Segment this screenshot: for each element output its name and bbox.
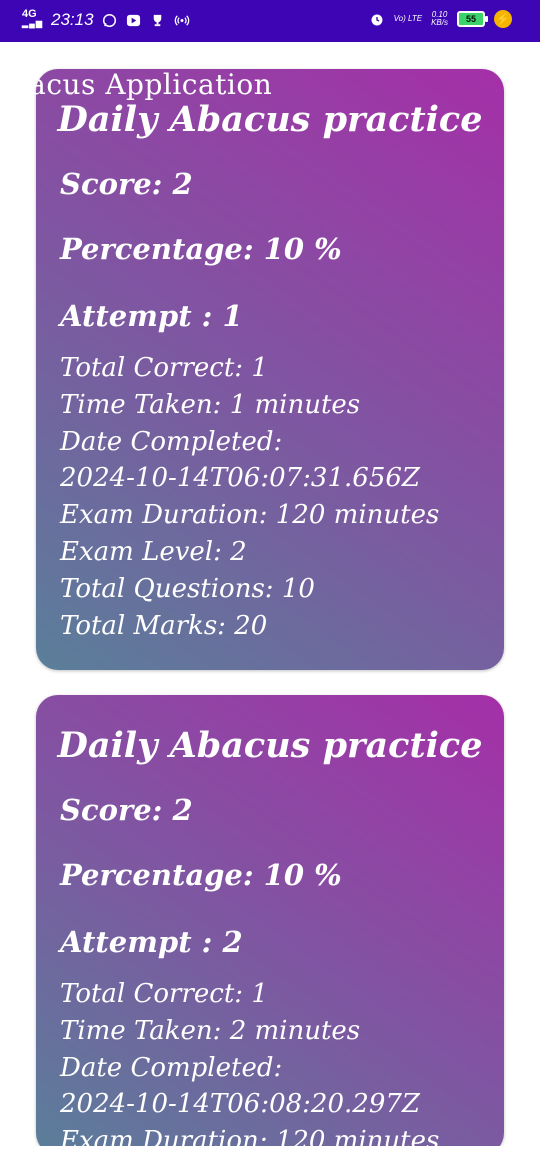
total-marks: Total Marks: 20: [60, 611, 268, 641]
status-right: Vo) LTE 0.10 KB/s 55 ⚡: [369, 10, 512, 28]
exam-duration: Exam Duration: 120 minutes: [60, 1126, 440, 1146]
alarm-icon: [369, 11, 385, 27]
results-list[interactable]: Abacus Application Daily Abacus practice…: [0, 42, 540, 1146]
card-title: Daily Abacus practice: [57, 725, 483, 766]
time-taken: Time Taken: 2 minutes: [60, 1016, 361, 1046]
exam-level: Exam Level: 2: [60, 537, 247, 567]
percentage: Percentage: 10 %: [60, 858, 342, 892]
result-card: Daily Abacus practice Score: 2 Percentag…: [36, 695, 504, 1146]
attempt: Attempt : 1: [60, 299, 243, 333]
attempt: Attempt : 2: [60, 925, 243, 959]
status-left: 4G ▂▄▆ 23:13: [22, 8, 190, 30]
score: Score: 2: [60, 793, 193, 827]
clock: 23:13: [50, 10, 94, 29]
trophy-icon: [150, 12, 166, 28]
total-questions: Total Questions: 10: [60, 574, 315, 604]
lte-indicator: Vo) LTE: [393, 14, 423, 23]
result-card: Daily Abacus practice Score: 2 Percentag…: [36, 69, 504, 670]
status-bar: 4G ▂▄▆ 23:13 Vo) LTE 0.10 KB/s 55 ⚡: [0, 0, 540, 42]
date-completed-value: 2024-10-14T06:07:31.656Z: [60, 463, 420, 493]
whatsapp-icon: [102, 12, 118, 28]
network-speed: 0.10 KB/s: [431, 10, 448, 27]
percentage: Percentage: 10 %: [60, 232, 342, 266]
hotspot-icon: [174, 12, 190, 28]
total-correct: Total Correct: 1: [60, 979, 268, 1009]
charging-icon: ⚡: [494, 10, 512, 28]
time-taken: Time Taken: 1 minutes: [60, 390, 361, 420]
date-completed-value: 2024-10-14T06:08:20.297Z: [60, 1089, 420, 1119]
card-title: Daily Abacus practice: [57, 99, 483, 140]
app-title: Abacus Application: [0, 68, 273, 101]
battery-indicator: 55: [457, 11, 488, 27]
date-completed-label: Date Completed:: [60, 1053, 283, 1083]
exam-duration: Exam Duration: 120 minutes: [60, 500, 440, 530]
score: Score: 2: [60, 167, 193, 201]
total-correct: Total Correct: 1: [60, 353, 268, 383]
network-indicator: 4G ▂▄▆: [22, 8, 43, 29]
youtube-icon: [126, 12, 142, 28]
date-completed-label: Date Completed:: [60, 427, 283, 457]
